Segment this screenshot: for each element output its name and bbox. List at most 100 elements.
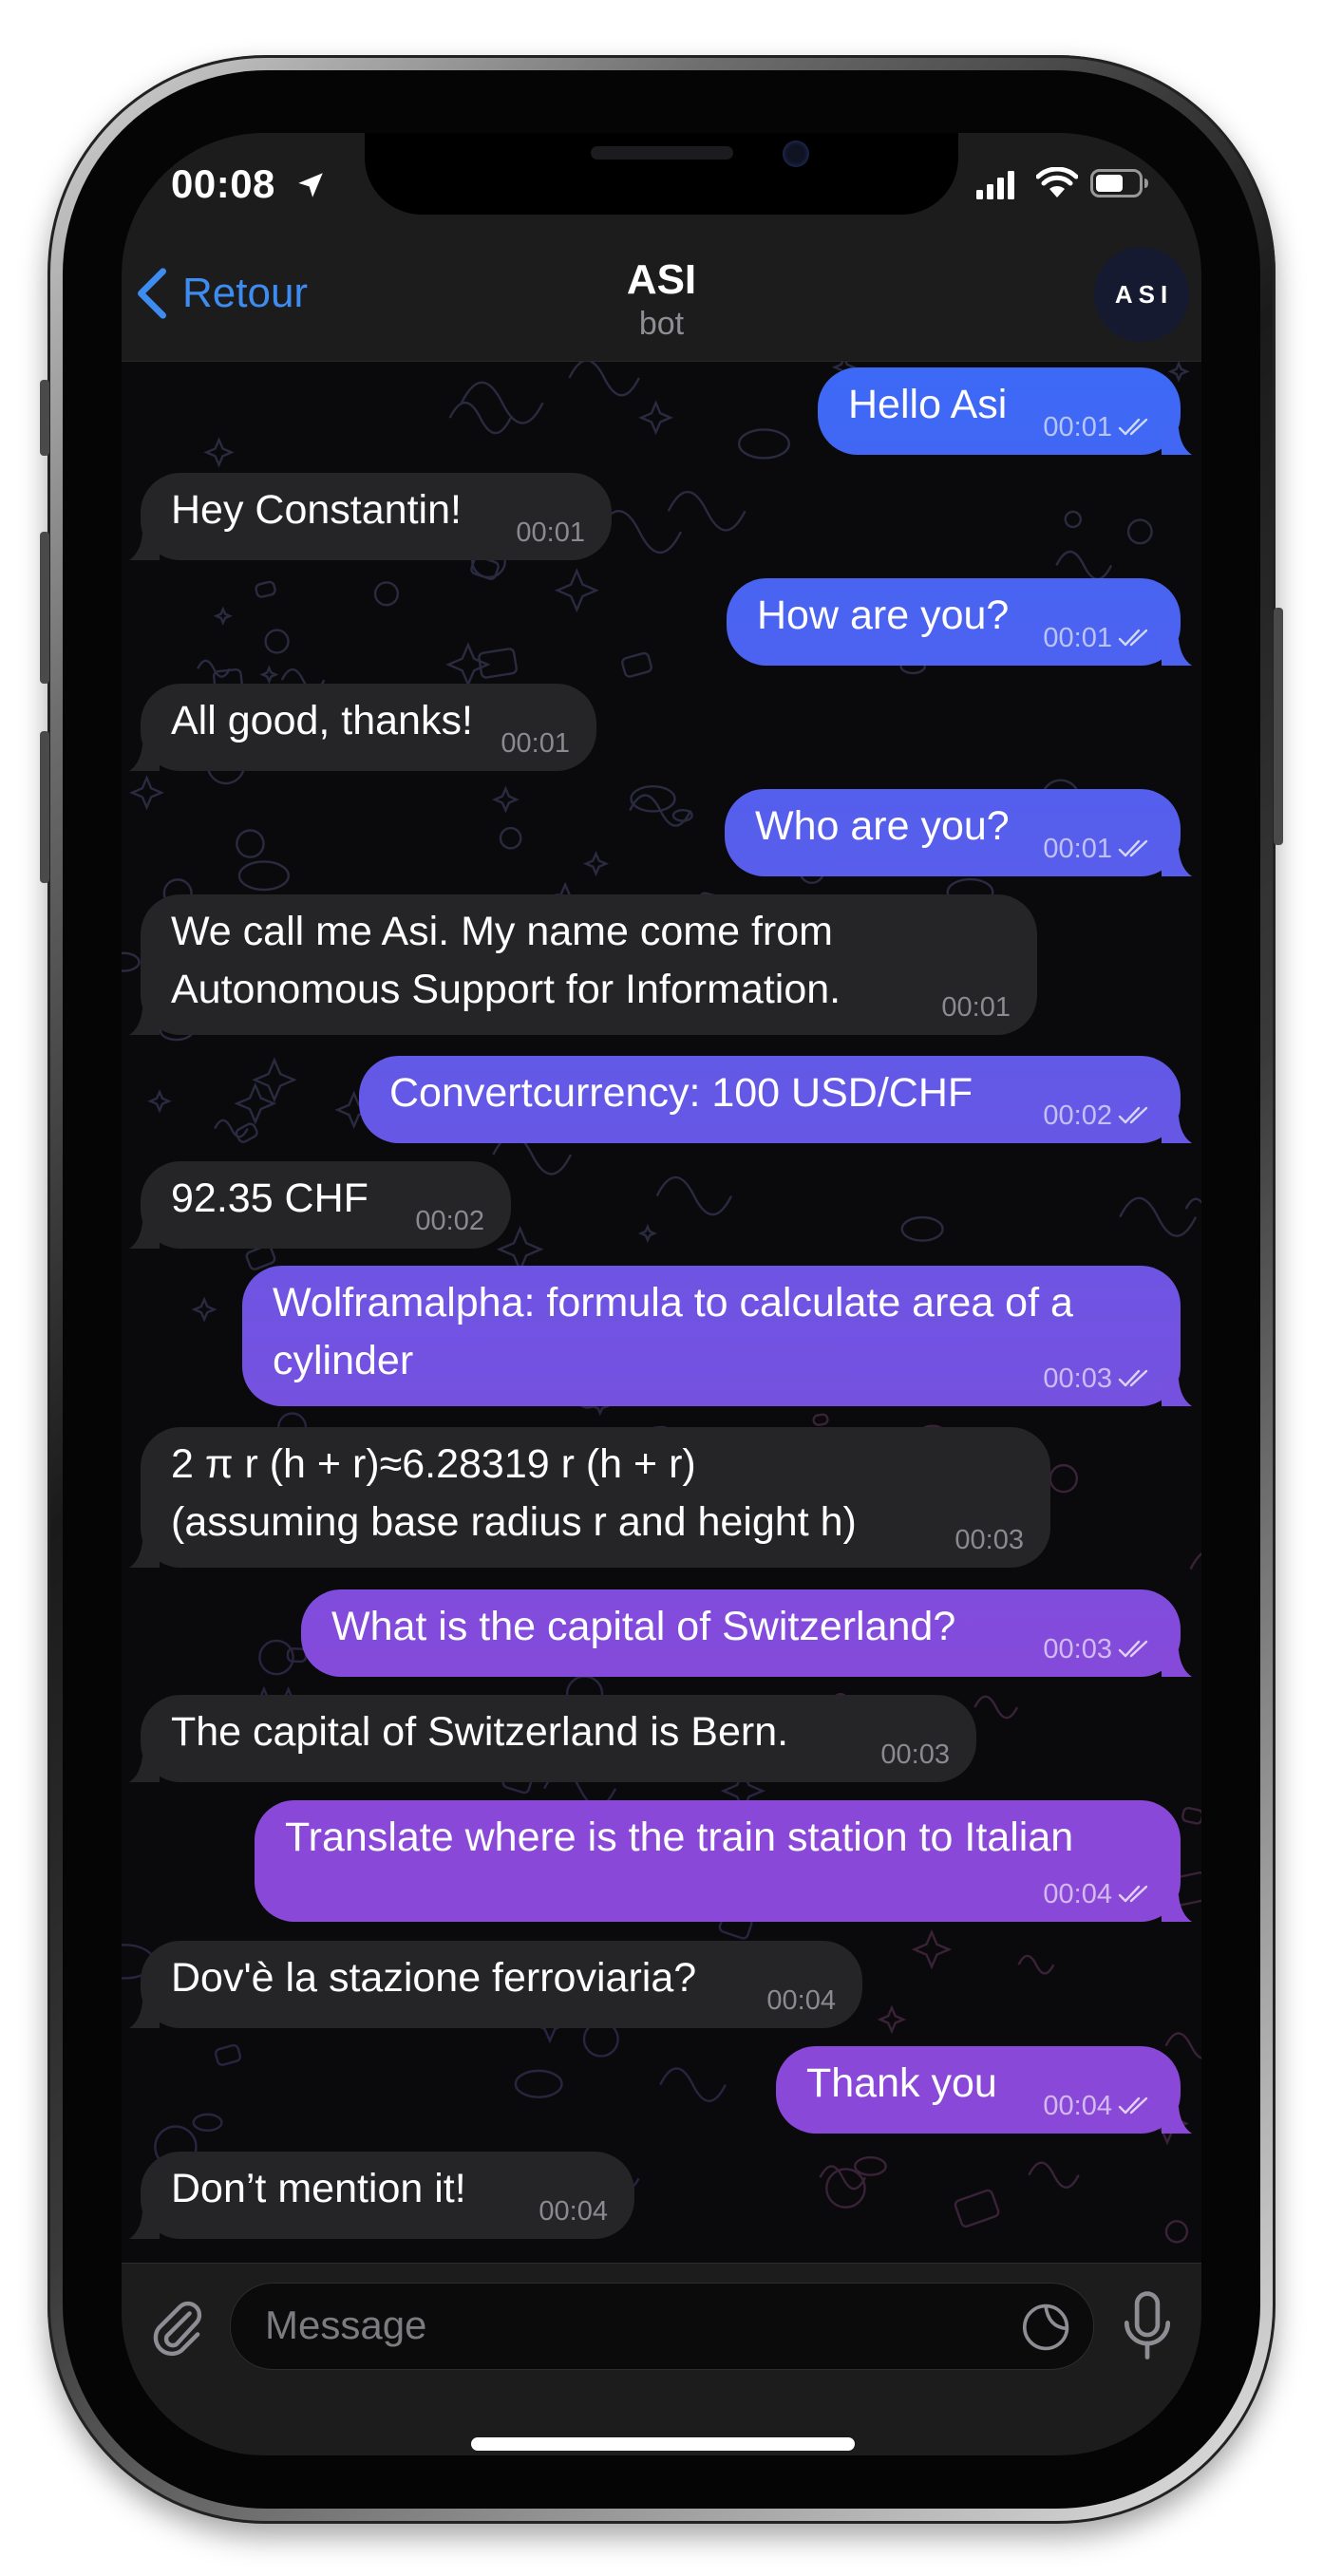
double-check-icon — [1118, 1106, 1148, 1124]
background-doodle — [496, 1225, 544, 1273]
background-doodle — [954, 2189, 1000, 2228]
message-meta: 00:02 — [1043, 1101, 1154, 1130]
double-check-icon — [1118, 629, 1148, 647]
message-meta: 00:04 — [1043, 1880, 1154, 1908]
background-doodle — [514, 2069, 563, 2098]
outgoing-message[interactable]: Convertcurrency: 100 USD/CHF 00:02 — [359, 1056, 1192, 1143]
chat-subtitle: bot — [638, 306, 685, 342]
background-doodle — [737, 428, 791, 460]
message-meta: 00:02 — [415, 1207, 484, 1235]
bubble-tail — [129, 1216, 160, 1249]
location-arrow-icon — [298, 173, 323, 197]
message-time: 00:01 — [1043, 834, 1112, 864]
outgoing-message[interactable]: Thank you 00:04 — [776, 2046, 1192, 2134]
background-doodle — [499, 826, 522, 850]
message-meta: 00:01 — [1043, 413, 1154, 442]
bubble-tail — [1162, 1890, 1192, 1922]
sticker-icon[interactable] — [1019, 2301, 1072, 2354]
background-doodle — [1064, 510, 1083, 529]
background-doodle — [911, 1928, 953, 1970]
background-doodle — [373, 581, 400, 607]
background-doodle — [448, 401, 512, 435]
message-time: 00:02 — [1043, 1100, 1112, 1131]
background-doodle — [192, 2113, 223, 2133]
background-doodle — [554, 568, 599, 613]
background-doodle — [1119, 1196, 1198, 1237]
message-text: What is the capital of Switzerland? — [331, 1604, 956, 1649]
incoming-message[interactable]: 92.35 CHF 00:02 — [129, 1161, 511, 1249]
background-doodle — [203, 437, 235, 468]
bubble-tail — [129, 739, 160, 771]
status-time: 00:08 — [171, 161, 275, 206]
incoming-message[interactable]: The capital of Switzerland is Bern. 00:03 — [129, 1695, 976, 1782]
background-doodle — [252, 1057, 297, 1103]
background-doodle — [812, 1413, 829, 1426]
message-meta: 00:04 — [1043, 2092, 1154, 2120]
outgoing-message[interactable]: Translate where is the train station to … — [255, 1800, 1192, 1922]
background-doodle — [973, 1695, 1019, 1720]
message-meta: 00:03 — [954, 1526, 1024, 1554]
background-doodle — [234, 1081, 277, 1125]
microphone-icon[interactable] — [1121, 2290, 1174, 2362]
background-doodle — [445, 642, 491, 687]
cellular-signal-icon — [976, 171, 1014, 199]
double-check-icon — [1118, 418, 1148, 436]
background-doodle — [637, 1223, 658, 1244]
message-text: Convertcurrency: 100 USD/CHF — [389, 1070, 973, 1116]
incoming-message[interactable]: Dov'è la stazione ferroviaria? 00:04 — [129, 1941, 862, 2028]
incoming-message[interactable]: Don’t mention it! 00:04 — [129, 2152, 634, 2239]
message-meta: 00:01 — [941, 993, 1011, 1022]
home-indicator[interactable] — [471, 2437, 855, 2451]
outgoing-message[interactable]: Hello Asi 00:01 — [818, 367, 1192, 455]
wifi-icon — [1036, 167, 1078, 197]
silent-switch — [40, 380, 49, 456]
background-doodle — [638, 400, 674, 436]
outgoing-message[interactable]: What is the capital of Switzerland? 00:03 — [301, 1589, 1192, 1677]
background-doodle — [214, 2043, 242, 2066]
bubble-tail — [129, 528, 160, 560]
background-doodle — [659, 2067, 727, 2102]
background-doodle — [1189, 1552, 1201, 1570]
battery-icon — [1090, 169, 1148, 197]
message-text: We call me Asi. My name come from Autono… — [171, 909, 841, 1012]
chat-area[interactable]: Hello Asi 00:01 Hey Constantin! 00:01 How ar… — [122, 362, 1201, 2263]
background-doodle — [237, 860, 290, 892]
paperclip-icon[interactable] — [144, 2294, 209, 2359]
message-time: 00:03 — [880, 1739, 950, 1770]
message-meta: 00:04 — [766, 1986, 836, 2015]
message-meta: 00:03 — [1043, 1364, 1154, 1393]
message-text: Dov'è la stazione ferroviaria? — [171, 1955, 697, 2001]
background-doodle — [491, 785, 520, 814]
background-doodle — [128, 775, 165, 811]
incoming-message[interactable]: 2 π r (h + r)≈6.28319 r (h + r) (assumin… — [129, 1427, 1050, 1568]
background-doodle — [621, 651, 652, 678]
chat-title[interactable]: ASI — [122, 256, 1201, 304]
background-doodle — [264, 629, 290, 654]
message-text: Translate where is the train station to … — [285, 1814, 1074, 1860]
outgoing-message[interactable]: Wolframalpha: formula to calculate area … — [242, 1266, 1192, 1406]
incoming-message[interactable]: All good, thanks! 00:01 — [129, 684, 596, 771]
background-doodle — [1167, 362, 1190, 383]
message-time: 00:03 — [1043, 1363, 1112, 1394]
background-doodle — [214, 1119, 249, 1138]
background-doodle — [1164, 2220, 1189, 2244]
background-doodle — [825, 2168, 866, 2209]
background-doodle — [1126, 518, 1153, 545]
double-check-icon — [1118, 2097, 1148, 2115]
message-input[interactable]: Message — [230, 2283, 1094, 2370]
incoming-message[interactable]: We call me Asi. My name come from Autono… — [129, 894, 1037, 1035]
message-meta: 00:01 — [516, 518, 585, 547]
bubble-tail — [1162, 1111, 1192, 1143]
outgoing-message[interactable]: How are you? 00:01 — [727, 578, 1192, 666]
message-text: Wolframalpha: formula to calculate area … — [273, 1280, 1073, 1383]
double-check-icon — [1118, 1640, 1148, 1658]
bot-avatar[interactable]: ASI — [1094, 247, 1189, 342]
background-doodle — [236, 829, 265, 858]
incoming-message[interactable]: Hey Constantin! 00:01 — [129, 473, 612, 560]
background-doodle — [568, 362, 640, 397]
message-text: 2 π r (h + r)≈6.28319 r (h + r) (assumin… — [171, 1441, 857, 1545]
bubble-tail — [129, 1535, 160, 1568]
outgoing-message[interactable]: Who are you? 00:01 — [725, 789, 1192, 876]
message-meta: 00:01 — [1043, 624, 1154, 652]
double-check-icon — [1118, 1885, 1148, 1903]
